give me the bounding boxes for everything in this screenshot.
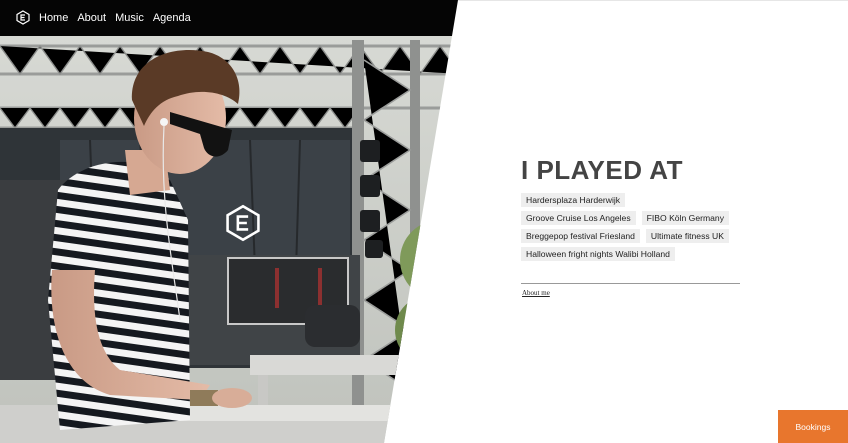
nav-about-link[interactable]: About bbox=[77, 11, 106, 25]
ce-monogram-icon bbox=[226, 204, 260, 242]
venue-tag: Groove Cruise Los Angeles bbox=[521, 211, 636, 225]
about-me-link[interactable]: About me bbox=[522, 289, 550, 297]
nav-links: Home About Music Agenda bbox=[39, 11, 191, 25]
nav-agenda-link[interactable]: Agenda bbox=[153, 11, 191, 25]
venue-tag: Ultimate fitness UK bbox=[645, 229, 729, 243]
top-border bbox=[458, 0, 848, 1]
nav-home-link[interactable]: Home bbox=[39, 11, 68, 25]
venue-tag: Hardersplaza Harderwijk bbox=[521, 193, 626, 207]
venue-tag: FIBO Köln Germany bbox=[641, 211, 729, 225]
nav-music-link[interactable]: Music bbox=[115, 11, 144, 25]
page-title: I PLAYED AT bbox=[521, 155, 684, 185]
venue-tag: Breggepop festival Friesland bbox=[521, 229, 640, 243]
ce-monogram-icon[interactable] bbox=[16, 10, 30, 25]
played-at-section: I PLAYED AT Hardersplaza Harderwijk Groo… bbox=[521, 155, 741, 261]
venue-list: Hardersplaza Harderwijk Groove Cruise Lo… bbox=[521, 193, 741, 261]
top-nav: Home About Music Agenda bbox=[0, 0, 460, 36]
section-divider bbox=[521, 283, 740, 284]
bookings-button[interactable]: Bookings bbox=[778, 410, 848, 443]
venue-tag: Halloween fright nights Walibi Holland bbox=[521, 247, 675, 261]
